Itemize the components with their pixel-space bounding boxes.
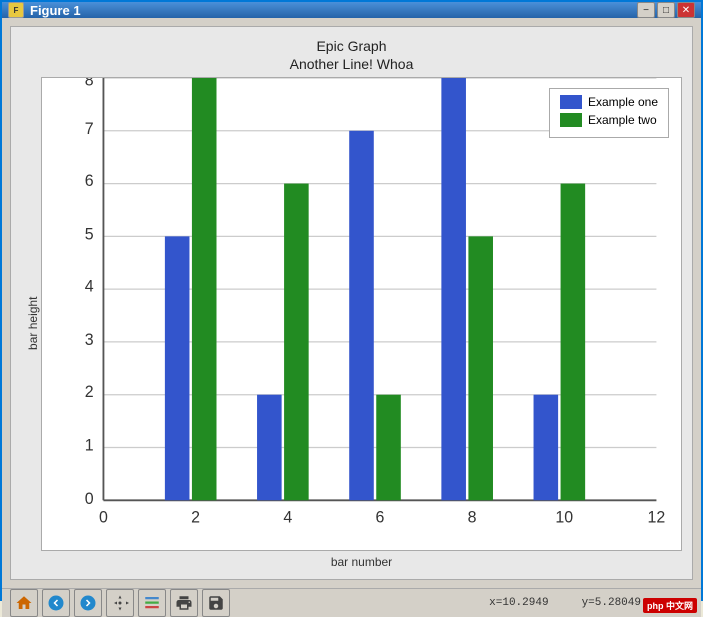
bar-green-1	[192, 78, 217, 500]
bar-blue-5	[534, 395, 559, 501]
legend-item-1: Example one	[560, 95, 658, 109]
chart-title-line2: Another Line! Whoa	[290, 55, 414, 73]
legend: Example one Example two	[549, 88, 669, 138]
window-title: Figure 1	[30, 3, 631, 18]
back-button[interactable]	[42, 589, 70, 617]
bar-blue-3	[349, 131, 374, 500]
status-coordinates: x=10.2949 y=5.28049	[489, 597, 641, 609]
svg-text:4: 4	[85, 278, 94, 296]
legend-color-blue	[560, 95, 582, 109]
svg-text:7: 7	[85, 120, 94, 138]
window-controls: − □ ✕	[637, 2, 695, 18]
legend-item-2: Example two	[560, 113, 658, 127]
save-icon	[207, 594, 225, 612]
forward-icon	[79, 594, 97, 612]
y-coordinate: y=5.28049	[582, 597, 641, 609]
svg-text:8: 8	[85, 78, 94, 89]
bar-green-4	[468, 237, 493, 501]
chart-svg: 0 1 2 3 4 5 6 7 8 0	[42, 78, 681, 550]
chart-container: Epic Graph Another Line! Whoa bar height	[10, 26, 693, 580]
svg-text:0: 0	[85, 490, 94, 508]
svg-text:2: 2	[191, 509, 200, 527]
close-button[interactable]: ✕	[677, 2, 695, 18]
x-axis-label: bar number	[41, 555, 682, 569]
bar-blue-4	[441, 78, 466, 500]
home-button[interactable]	[10, 589, 38, 617]
title-bar: F Figure 1 − □ ✕	[2, 2, 701, 18]
layers-button[interactable]	[138, 589, 166, 617]
legend-label-1: Example one	[588, 95, 658, 109]
print-icon	[175, 594, 193, 612]
toolbar: x=10.2949 y=5.28049 php 中文网	[2, 588, 701, 617]
svg-text:0: 0	[99, 509, 108, 527]
back-icon	[47, 594, 65, 612]
plot-area: 0 1 2 3 4 5 6 7 8 0	[41, 77, 682, 569]
x-coordinate: x=10.2949	[489, 597, 548, 609]
y-axis-label: bar height	[21, 77, 41, 569]
window-icon: F	[8, 2, 24, 18]
svg-text:8: 8	[468, 509, 477, 527]
legend-label-2: Example two	[588, 113, 657, 127]
svg-text:1: 1	[85, 437, 94, 455]
svg-text:6: 6	[85, 172, 94, 190]
svg-text:2: 2	[85, 383, 94, 401]
pan-button[interactable]	[106, 589, 134, 617]
pan-icon	[111, 594, 129, 612]
svg-text:12: 12	[648, 509, 666, 527]
bar-green-5	[561, 184, 586, 501]
content-area: Epic Graph Another Line! Whoa bar height	[2, 18, 701, 588]
layers-icon	[143, 594, 161, 612]
chart-title-line1: Epic Graph	[290, 37, 414, 55]
maximize-button[interactable]: □	[657, 2, 675, 18]
svg-text:6: 6	[375, 509, 384, 527]
svg-text:5: 5	[85, 226, 94, 244]
chart-area: bar height	[21, 77, 682, 569]
legend-color-green	[560, 113, 582, 127]
chart-title: Epic Graph Another Line! Whoa	[290, 37, 414, 73]
save-button[interactable]	[202, 589, 230, 617]
plot-inner: 0 1 2 3 4 5 6 7 8 0	[41, 77, 682, 551]
bar-blue-2	[257, 395, 282, 501]
forward-button[interactable]	[74, 589, 102, 617]
svg-text:3: 3	[85, 331, 94, 349]
minimize-button[interactable]: −	[637, 2, 655, 18]
home-icon	[15, 594, 33, 612]
print-button[interactable]	[170, 589, 198, 617]
main-window: F Figure 1 − □ ✕ Epic Graph Another Line…	[0, 0, 703, 601]
svg-text:10: 10	[555, 509, 573, 527]
svg-text:4: 4	[283, 509, 292, 527]
bar-blue-1	[165, 237, 190, 501]
bar-green-2	[284, 184, 309, 501]
bar-green-3	[376, 395, 401, 501]
